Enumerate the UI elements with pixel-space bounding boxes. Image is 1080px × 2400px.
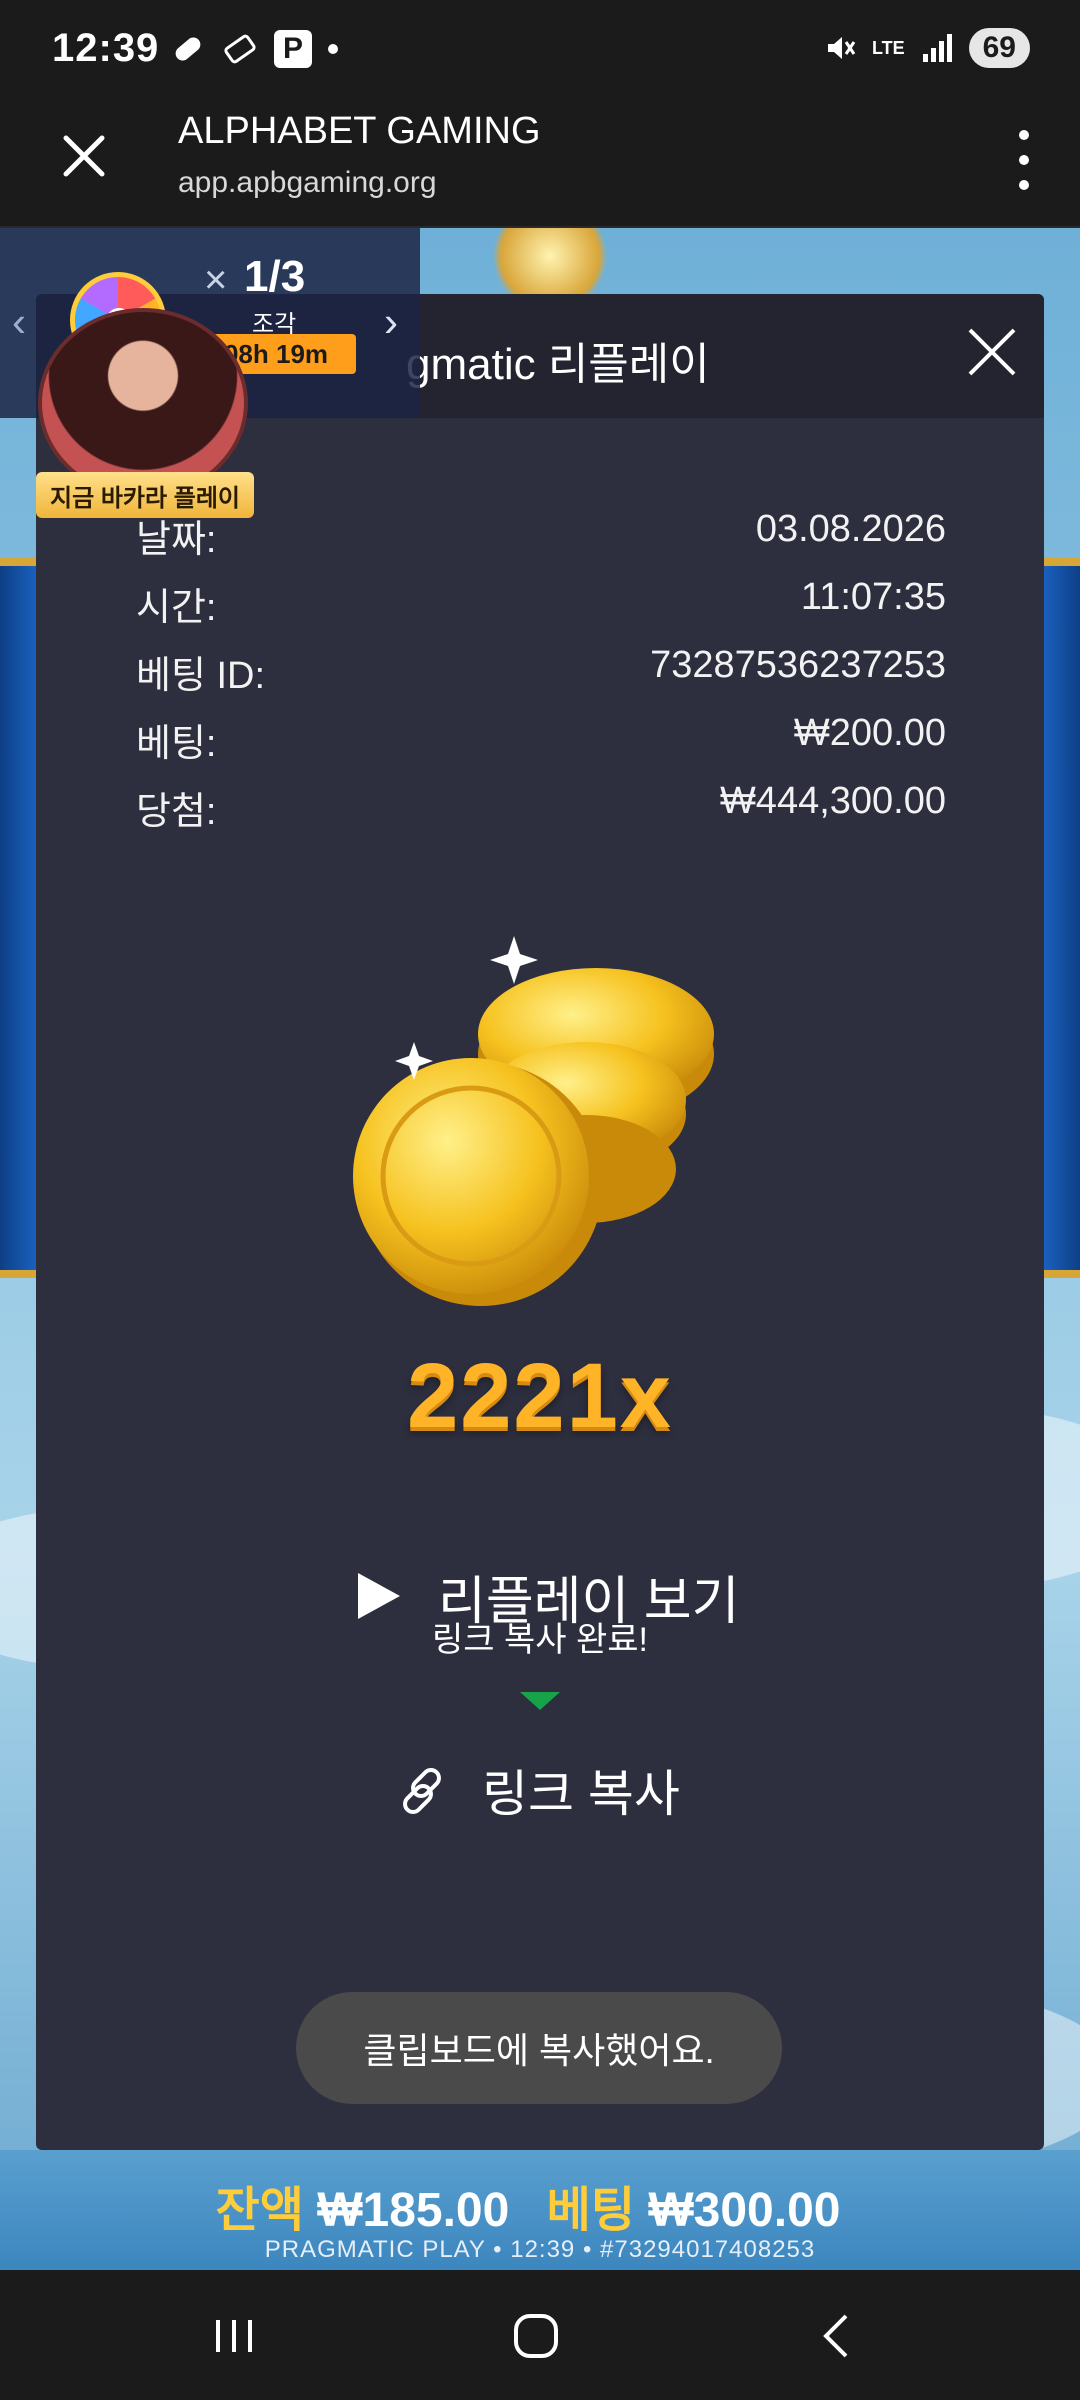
modal-close-icon[interactable] [962,322,1022,382]
reel-frame-left [0,558,40,1278]
copy-link-button[interactable]: 링크 복사 [396,1754,680,1826]
mute-icon [827,37,856,59]
close-icon[interactable] [56,128,112,184]
status-bar: 12:39 P LTE 69 [0,0,1080,100]
tooltip-arrow-icon [520,1692,560,1710]
gold-coins-icon [353,936,714,1306]
balance-line: 잔액 ₩185.00 베팅 ₩300.00 [0,2170,1080,2240]
site-url: app.apbgaming.org [178,166,437,199]
back-icon[interactable] [808,2306,868,2366]
status-icons-left: P [170,30,338,68]
recent-apps-icon[interactable] [204,2306,264,2366]
win-value: ₩444,300.00 [719,780,946,822]
win-multiplier: 2221x [407,1345,673,1447]
info-row-date: 날짜: 03.08.2026 [136,508,946,561]
reel-frame-right [1040,558,1080,1278]
browser-header: ALPHABET GAMING app.apbgaming.org [0,100,1080,228]
bet-label: 베팅 [546,2184,635,2237]
home-icon[interactable] [506,2306,566,2366]
replay-modal: gmatic 리플레이 날짜: 03.08.2026 시간: 11:07:35 … [36,294,1044,2150]
status-icons-right: LTE 69 [822,28,1030,68]
signal-icon [922,34,952,62]
dealer-avatar[interactable] [38,308,248,498]
link-icon [403,1768,441,1814]
info-row-bet: 베팅: ₩200.00 [136,712,946,765]
pill-icon [175,37,201,61]
balance-label: 잔액 [215,2184,304,2237]
info-row-bet-id: 베팅 ID: 73287536237253 [136,644,946,697]
win-label: 당첨: [136,791,217,833]
more-menu-icon[interactable] [1012,130,1036,190]
parking-p-icon: P [274,30,312,68]
date-value: 03.08.2026 [755,508,946,550]
site-title: ALPHABET GAMING [178,110,541,152]
navigation-bar [0,2270,1080,2400]
balance-value: ₩185.00 [317,2184,510,2237]
time-value: 11:07:35 [800,576,946,618]
chevron-right-icon[interactable]: › [384,298,398,346]
baccarat-play-badge[interactable]: 지금 바카라 플레이 [36,472,254,518]
ticket-icon [224,34,256,64]
bet-id-label: 베팅 ID: [136,655,266,697]
modal-title: gmatic 리플레이 [406,340,710,389]
promo-count: 1/3 [244,252,306,301]
game-emblem [480,228,620,298]
info-row-win: 당첨: ₩444,300.00 [136,780,946,833]
notification-dot-icon [328,44,338,54]
bet-amount-value: ₩200.00 [793,712,946,754]
chevron-left-icon[interactable]: ‹ [12,298,26,346]
copy-done-tooltip: 링크 복사 완료! [431,1621,649,1659]
bet-id-value: 73287536237253 [650,644,946,686]
game-meta: PRAGMATIC PLAY • 12:39 • #73294017408253 [264,2236,816,2263]
lte-icon: LTE [871,37,905,58]
time-label: 시간: [136,587,217,629]
status-time: 12:39 [52,26,160,70]
info-row-time: 시간: 11:07:35 [136,576,946,629]
battery-icon: 69 [968,28,1030,68]
bet-amount-label: 베팅: [136,723,217,765]
clipboard-toast: 클립보드에 복사했어요. [296,1992,782,2104]
promo-close-icon[interactable]: × [204,258,227,303]
copy-link-label: 링크 복사 [482,1766,680,1822]
bet-value: ₩300.00 [648,2184,841,2237]
